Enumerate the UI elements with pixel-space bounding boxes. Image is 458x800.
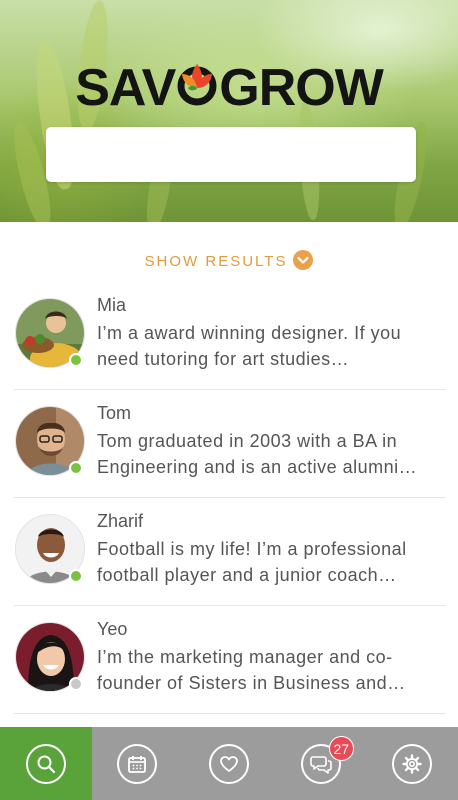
tab-search[interactable]	[0, 727, 92, 800]
flower-logo-icon	[176, 58, 218, 123]
show-results-toggle[interactable]: SHOW RESULTS	[0, 250, 458, 270]
list-item[interactable]: Yeo I’m the marketing manager and co-fou…	[14, 606, 446, 714]
status-offline-indicator	[69, 677, 83, 691]
bottom-tab-bar: 27	[0, 727, 458, 800]
person-name: Yeo	[97, 619, 128, 639]
person-name: Zharif	[97, 511, 144, 531]
header-banner: SAV GROW	[0, 0, 458, 222]
list-item[interactable]: Tom Tom graduated in 2003 with a BA in E…	[14, 390, 446, 498]
status-online-indicator	[69, 461, 83, 475]
list-item[interactable]: Mia I’m a award winning designer. If you…	[14, 282, 446, 390]
unread-count-badge: 27	[328, 736, 354, 761]
status-online-indicator	[69, 353, 83, 367]
person-bio: Football is my life! I’m a professional …	[97, 539, 407, 585]
logo-text-left: SAV	[75, 59, 176, 117]
list-item[interactable]: Zharif Football is my life! I’m a profes…	[14, 498, 446, 606]
calendar-icon	[117, 743, 158, 784]
status-online-indicator	[69, 569, 83, 583]
tab-settings[interactable]	[366, 727, 458, 800]
tab-calendar[interactable]	[92, 727, 184, 800]
app-logo: SAV GROW	[0, 58, 458, 123]
heart-icon	[208, 743, 249, 784]
search-input[interactable]	[46, 127, 416, 182]
logo-text-right: GROW	[219, 59, 384, 117]
gear-icon	[392, 743, 433, 784]
person-name: Tom	[97, 403, 132, 423]
tab-messages[interactable]: 27	[275, 727, 367, 800]
results-list: Mia I’m a award winning designer. If you…	[0, 282, 458, 714]
person-bio: I’m a award winning designer. If you nee…	[97, 323, 402, 369]
search-icon	[25, 743, 66, 784]
person-bio: I’m the marketing manager and co-founder…	[97, 647, 406, 693]
tab-favorites[interactable]	[183, 727, 275, 800]
person-name: Mia	[97, 295, 127, 315]
person-bio: Tom graduated in 2003 with a BA in Engin…	[97, 431, 418, 477]
chevron-down-icon	[293, 250, 314, 270]
show-results-label: SHOW RESULTS	[144, 253, 288, 270]
